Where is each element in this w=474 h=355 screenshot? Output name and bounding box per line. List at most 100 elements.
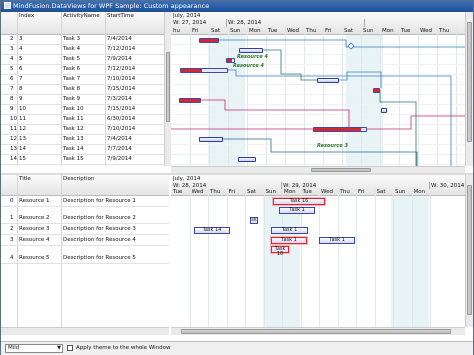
resource-desc-cell[interactable]: Description for Resource 2 — [63, 215, 136, 223]
activity-cell[interactable]: Task 9 — [63, 96, 80, 104]
activity-cell[interactable]: Task 10 — [63, 106, 84, 114]
activity-cell[interactable]: Task 6 — [63, 66, 80, 74]
index-cell[interactable]: 9 — [19, 96, 23, 104]
day-header: Sat — [376, 189, 386, 195]
activity-cell[interactable]: Task 8 — [63, 86, 80, 94]
task-1-bar-a[interactable]: Task 1 — [279, 207, 315, 214]
index-cell[interactable]: 13 — [19, 136, 26, 144]
top-grid-vscroll[interactable] — [164, 12, 171, 166]
row-number[interactable]: 8 — [10, 96, 14, 104]
task-10-bar[interactable]: Task 10 — [271, 246, 289, 257]
row-number[interactable]: 13 — [10, 146, 17, 154]
start-cell[interactable]: 7/12/2014 — [107, 46, 135, 54]
activity-cell[interactable]: Task 13 — [63, 136, 84, 144]
start-cell[interactable]: 7/9/2014 — [107, 56, 132, 64]
index-cell[interactable]: 5 — [19, 56, 23, 64]
day-header: Wed — [321, 189, 333, 195]
row-number[interactable]: 5 — [10, 66, 14, 74]
index-cell[interactable]: 14 — [19, 146, 26, 154]
start-cell[interactable]: 7/12/2014 — [107, 66, 135, 74]
row-number[interactable]: 4 — [10, 56, 14, 64]
start-cell[interactable]: 7/10/2014 — [107, 76, 135, 84]
top-chart-vscroll[interactable] — [465, 12, 473, 166]
index-cell[interactable]: 3 — [19, 36, 23, 44]
start-cell[interactable]: 6/30/2014 — [107, 116, 135, 124]
start-cell[interactable]: 7/7/2014 — [107, 146, 132, 154]
start-cell[interactable]: 7/15/2014 — [107, 106, 135, 114]
col-header-description[interactable]: Description — [63, 176, 94, 184]
gantt-chart-top[interactable]: July, 2014 W: 27, 2014 W: 28, 2014 hu Fri… — [171, 12, 465, 166]
start-cell[interactable]: 7/9/2014 — [107, 156, 132, 164]
day-header: Sun — [265, 189, 276, 195]
resource-title-cell[interactable]: Resource 3 — [19, 226, 49, 234]
bottom-chart-hscroll[interactable] — [171, 327, 465, 335]
apply-theme-checkbox[interactable] — [67, 345, 73, 351]
activity-cell[interactable]: Task 15 — [63, 156, 84, 164]
activity-cell[interactable]: Task 11 — [63, 116, 84, 124]
day-header: Thu — [210, 189, 221, 195]
window-title: MindFusion.DataViews for WPF Sample: Cus… — [13, 2, 210, 10]
row-number[interactable]: 7 — [10, 86, 14, 94]
gantt-chart-bottom[interactable]: July, 2014 W: 28, 2014 W: 29, 2014 W: 30… — [171, 175, 465, 327]
col-header-activity[interactable]: ActivityName — [63, 13, 100, 21]
col-header-index[interactable]: Index — [19, 13, 34, 21]
col-header-start[interactable]: StartTime — [107, 13, 134, 21]
theme-select[interactable]: Mild ▼ — [5, 344, 63, 353]
start-cell[interactable]: 7/3/2014 — [107, 96, 132, 104]
row-number[interactable]: 6 — [10, 76, 14, 84]
resource-title-cell[interactable]: Resource 5 — [19, 255, 49, 263]
activity-cell[interactable]: Task 4 — [63, 46, 80, 54]
bottom-chart-vscroll[interactable] — [465, 175, 473, 327]
row-number[interactable]: 2 — [10, 226, 14, 234]
day-header: Fri — [358, 189, 365, 195]
activity-cell[interactable]: Task 7 — [63, 76, 80, 84]
row-number[interactable]: 12 — [10, 136, 17, 144]
index-cell[interactable]: 4 — [19, 46, 23, 54]
task-1-bar-b[interactable]: Task 1 — [271, 227, 308, 234]
resource-title-cell[interactable]: Resource 1 — [19, 198, 49, 206]
activities-grid: Index ActivityName StartTime 2 3 Task 3 7/4… — [1, 12, 167, 166]
row-number[interactable]: 10 — [10, 116, 17, 124]
start-cell[interactable]: 7/4/2014 — [107, 136, 132, 144]
activity-cell[interactable]: Task 5 — [63, 56, 80, 64]
start-cell[interactable]: 7/10/2014 — [107, 126, 135, 134]
index-cell[interactable]: 6 — [19, 66, 23, 74]
row-number[interactable]: 3 — [10, 46, 14, 54]
task-16-bar[interactable]: Task 16 — [273, 198, 325, 205]
bottom-grid-hscroll[interactable] — [1, 327, 169, 335]
row-number[interactable]: 4 — [10, 255, 14, 263]
index-cell[interactable]: 15 — [19, 156, 26, 164]
activity-cell[interactable]: Task 14 — [63, 146, 84, 154]
activity-cell[interactable]: Task 12 — [63, 126, 84, 134]
index-cell[interactable]: 11 — [19, 116, 26, 124]
resource-desc-cell[interactable]: Description for Resource 3 — [63, 226, 136, 234]
row-number[interactable]: 0 — [10, 198, 14, 206]
col-header-title[interactable]: Title — [19, 176, 31, 184]
row-number[interactable]: 14 — [10, 156, 17, 164]
index-cell[interactable]: 10 — [19, 106, 26, 114]
index-cell[interactable]: 7 — [19, 76, 23, 84]
resource-desc-cell[interactable]: Description for Resource 5 — [63, 255, 136, 263]
index-cell[interactable]: 8 — [19, 86, 23, 94]
row-number[interactable]: 2 — [10, 36, 14, 44]
top-chart-hscroll[interactable] — [171, 166, 465, 173]
bottom-chart-week-30: W: 30, 2014 — [431, 183, 465, 189]
task-1-bar-d[interactable]: Task 1 — [319, 237, 355, 244]
row-number[interactable]: 1 — [10, 215, 14, 223]
task-1-bar-c[interactable]: Task 1 — [271, 237, 307, 244]
row-number[interactable]: 9 — [10, 106, 14, 114]
row-number[interactable]: 11 — [10, 126, 17, 134]
index-cell[interactable]: 12 — [19, 126, 26, 134]
start-cell[interactable]: 7/4/2014 — [107, 36, 132, 44]
resource-desc-cell[interactable]: Description for Resource 1 — [63, 198, 136, 206]
resources-grid: Title Description 0 Resource 1 Description… — [1, 175, 169, 327]
task-partial-bar[interactable]: sk — [250, 217, 258, 224]
task-14-bar[interactable]: Task 14 — [194, 227, 230, 234]
resource-title-cell[interactable]: Resource 4 — [19, 237, 49, 245]
activity-cell[interactable]: Task 3 — [63, 36, 80, 44]
row-number[interactable]: 3 — [10, 237, 14, 245]
start-cell[interactable]: 7/15/2014 — [107, 86, 135, 94]
resource-title-cell[interactable]: Resource 2 — [19, 215, 49, 223]
activities-grid-header: Index ActivityName StartTime — [1, 12, 167, 35]
resource-desc-cell[interactable]: Description for Resource 4 — [63, 237, 136, 245]
